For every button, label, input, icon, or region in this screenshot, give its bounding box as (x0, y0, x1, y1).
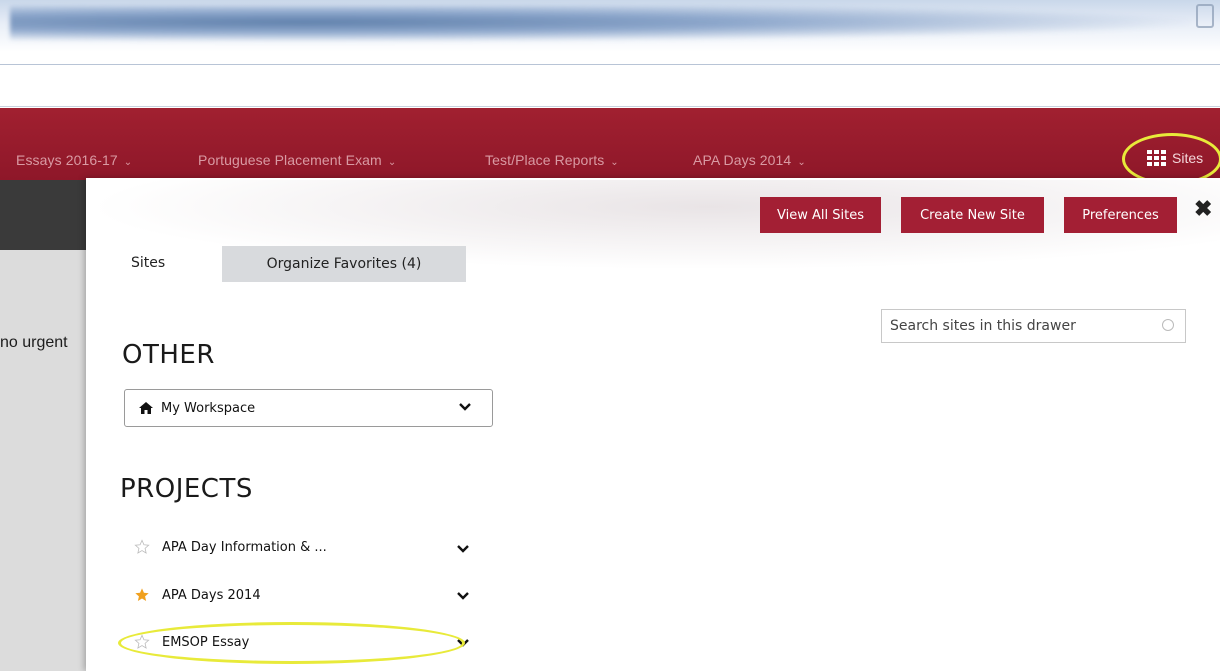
my-workspace-site[interactable]: My Workspace (124, 389, 493, 427)
star-outline-icon[interactable] (134, 539, 150, 555)
page-background (0, 250, 90, 671)
create-new-site-button[interactable]: Create New Site (901, 197, 1044, 233)
nav-tab-essays[interactable]: Essays 2016-17 ⌄ (16, 152, 132, 168)
project-item-apa-day-information[interactable]: APA Day Information & ... (134, 539, 327, 555)
chevron-down-icon: ⌄ (797, 157, 806, 168)
project-item-apa-days-2014[interactable]: APA Days 2014 (134, 587, 261, 603)
chevron-down-icon[interactable] (456, 542, 470, 556)
preferences-button[interactable]: Preferences (1064, 197, 1177, 233)
tab-organize-favorites[interactable]: Organize Favorites (4) (222, 246, 466, 282)
search-sites-input[interactable]: Search sites in this drawer (881, 309, 1186, 343)
chevron-down-icon: ⌄ (123, 157, 133, 168)
toolbar-divider (0, 106, 1220, 107)
view-all-sites-button[interactable]: View All Sites (760, 197, 881, 233)
nav-tab-apa-days[interactable]: APA Days 2014 ⌄ (693, 152, 806, 168)
chevron-down-icon[interactable] (458, 400, 472, 414)
site-nav-bar (0, 108, 1220, 180)
chevron-down-icon: ⌄ (387, 157, 397, 168)
section-heading-projects: PROJECTS (120, 474, 253, 504)
close-icon[interactable]: ✖ (1194, 196, 1212, 222)
page-partial-text: no urgent (0, 334, 68, 351)
clear-search-icon[interactable] (1162, 319, 1174, 331)
tab-sites[interactable]: Sites (131, 255, 165, 271)
toolbar-divider (0, 64, 1220, 65)
window-control-icon (1196, 4, 1214, 28)
section-heading-other: OTHER (122, 340, 215, 370)
home-icon (139, 402, 153, 414)
chevron-down-icon[interactable] (456, 589, 470, 603)
browser-titlebar (0, 0, 1220, 52)
highlight-annotation (118, 622, 465, 664)
browser-tab-strip (10, 6, 1190, 42)
nav-tab-portuguese-placement[interactable]: Portuguese Placement Exam ⌄ (198, 152, 396, 168)
star-filled-icon[interactable] (134, 587, 150, 603)
chevron-down-icon: ⌄ (610, 157, 619, 168)
nav-tab-test-place-reports[interactable]: Test/Place Reports ⌄ (485, 152, 619, 168)
page-toolbar (0, 180, 90, 250)
browser-toolbar (0, 65, 1220, 106)
